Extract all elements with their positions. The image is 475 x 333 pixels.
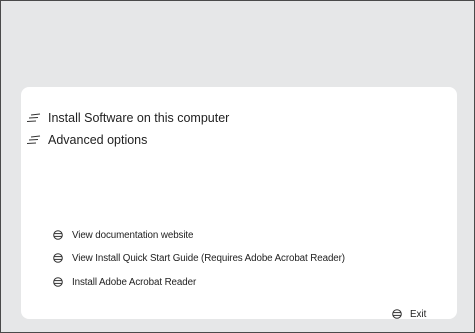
exit-label: Exit [410,308,427,320]
globe-icon [53,230,63,240]
install-software-option[interactable]: Install Software on this computer [27,109,229,127]
view-documentation-label: View documentation website [72,229,194,241]
install-software-label: Install Software on this computer [48,111,230,125]
lines-icon [27,135,41,144]
installer-window: Install Software on this computer Advanc… [0,0,475,333]
advanced-options-label: Advanced options [48,133,148,147]
install-acrobat-reader-link[interactable]: Install Adobe Acrobat Reader [53,275,196,289]
view-quick-start-guide-link[interactable]: View Install Quick Start Guide (Requires… [53,251,345,265]
view-documentation-link[interactable]: View documentation website [53,228,193,242]
lines-icon [27,113,41,122]
advanced-options-option[interactable]: Advanced options [27,131,147,149]
options-panel: Install Software on this computer Advanc… [21,87,457,321]
view-quick-start-guide-label: View Install Quick Start Guide (Requires… [72,252,345,264]
globe-icon [392,309,402,319]
globe-icon [53,277,63,287]
install-acrobat-reader-label: Install Adobe Acrobat Reader [72,276,197,288]
exit-button[interactable]: Exit [392,307,426,321]
globe-icon [53,253,63,263]
